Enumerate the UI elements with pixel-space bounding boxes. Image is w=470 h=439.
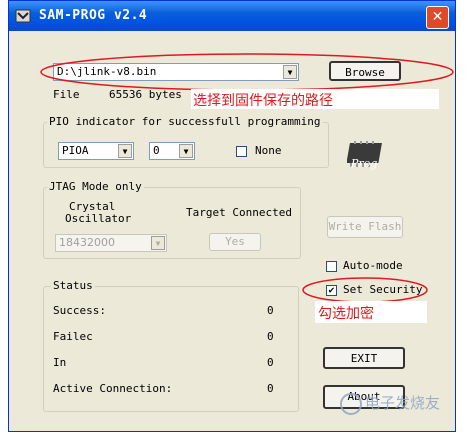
chevron-down-icon[interactable]: ▼ <box>118 144 132 158</box>
yes-label: Yes <box>225 235 245 248</box>
frequency-value: 18432000 <box>59 236 115 249</box>
watermark-text: 电子发烧友 <box>365 394 441 412</box>
status-in-label: In <box>53 356 67 369</box>
pio-pin-combobox[interactable]: 0 ▼ <box>149 142 195 160</box>
file-label: File <box>53 88 80 101</box>
sam-prog-window: SAM-PROG v2.4 ✕ D:\jlink-v8.bin ▼ Browse… <box>8 0 456 432</box>
file-size: 65536 bytes <box>109 88 182 101</box>
status-success-value: 0 <box>267 304 274 317</box>
annotation-path: 选择到固件保存的路径 <box>193 93 333 109</box>
frequency-combobox[interactable]: 18432000 ▼ <box>55 234 167 252</box>
pio-group-label: PIO indicator for successfull programmin… <box>47 115 323 128</box>
watermark-logo-icon <box>340 392 362 415</box>
watermark: 电子发烧友 <box>340 392 440 415</box>
write-flash-button[interactable]: Write Flash <box>327 216 403 238</box>
status-active-connection-label: Active Connection: <box>53 382 173 395</box>
close-button[interactable]: ✕ <box>426 6 449 29</box>
window-title: SAM-PROG v2.4 <box>39 8 148 23</box>
prog-icon-label: Prog <box>351 157 378 170</box>
yes-button[interactable]: Yes <box>209 233 261 251</box>
auto-mode-label: Auto-mode <box>343 259 403 272</box>
exit-label: EXIT <box>350 352 378 365</box>
status-failed-label: Failec <box>53 330 93 343</box>
exit-button[interactable]: EXIT <box>323 347 405 369</box>
annotation-security: 勾选加密 <box>318 306 374 322</box>
pio-port-value: PIOA <box>62 144 89 157</box>
write-flash-label: Write Flash <box>328 220 402 233</box>
chevron-down-icon[interactable]: ▼ <box>151 236 165 250</box>
status-group-label: Status <box>51 279 95 292</box>
pio-pin-value: 0 <box>153 144 160 157</box>
pio-port-combobox[interactable]: PIOA ▼ <box>58 142 134 160</box>
status-in-value: 0 <box>267 356 274 369</box>
status-active-connection-value: 0 <box>267 382 274 395</box>
app-icon <box>15 9 31 23</box>
crystal-label-2: Oscillator <box>65 212 132 225</box>
chevron-down-icon[interactable]: ▼ <box>179 144 193 158</box>
close-icon: ✕ <box>431 9 444 25</box>
status-success-label: Success: <box>53 304 106 317</box>
title-bar[interactable]: SAM-PROG v2.4 ✕ <box>9 1 455 31</box>
auto-mode-checkbox[interactable] <box>326 261 337 272</box>
none-checkbox[interactable] <box>236 146 247 157</box>
jtag-group-label: JTAG Mode only <box>47 180 144 193</box>
status-failed-value: 0 <box>267 330 274 343</box>
target-connected-label: Target Connected <box>186 206 292 219</box>
none-label: None <box>255 144 282 157</box>
